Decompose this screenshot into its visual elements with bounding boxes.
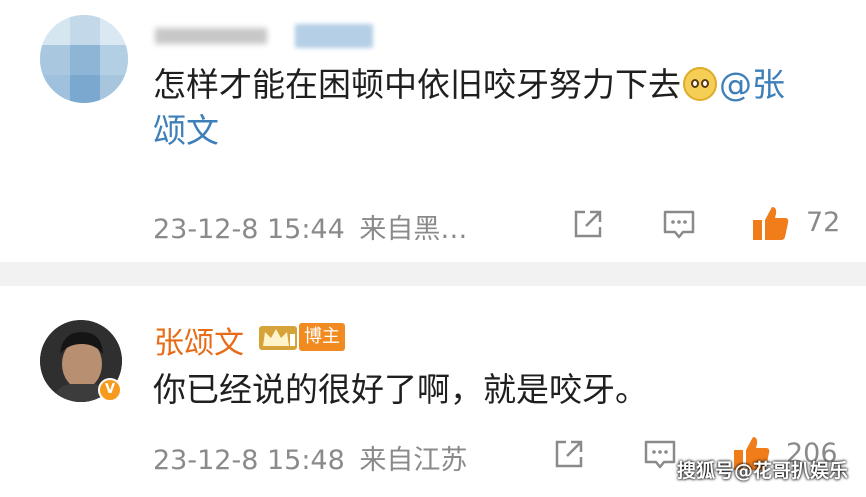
avatar-zhang-songwen[interactable]: V bbox=[40, 320, 122, 402]
commenter-username[interactable]: 张颂文 bbox=[154, 318, 244, 362]
pleading-face-icon bbox=[683, 67, 717, 101]
username-blurred[interactable] bbox=[155, 22, 375, 48]
like-thumb-icon[interactable] bbox=[751, 203, 791, 243]
verified-v-icon: V bbox=[98, 378, 122, 402]
timestamp: 23-12-8 15:44 bbox=[153, 214, 345, 245]
blogger-badge: 博主 bbox=[299, 323, 345, 351]
comment-text: 怎样才能在困顿中依旧咬牙努力下去 @张 颂文 bbox=[153, 65, 785, 150]
avatar-blurred[interactable] bbox=[40, 15, 128, 103]
comment-item-1: 怎样才能在困顿中依旧咬牙努力下去 @张 颂文 23-12-8 15:44 来自黑…… bbox=[0, 0, 866, 262]
comment-icon[interactable] bbox=[643, 439, 677, 471]
mention-link[interactable]: @张 bbox=[719, 65, 785, 104]
comment-icon[interactable] bbox=[662, 209, 696, 241]
reply-text: 你已经说的很好了啊，就是咬牙。 bbox=[153, 370, 648, 409]
like-count: 72 bbox=[806, 207, 841, 238]
source-watermark: 搜狐号@花哥扒娱乐 bbox=[676, 460, 848, 482]
comment-divider bbox=[0, 262, 866, 286]
mention-link-continued[interactable]: 颂文 bbox=[153, 111, 219, 150]
timestamp: 23-12-8 15:48 bbox=[153, 445, 345, 476]
share-icon[interactable] bbox=[552, 437, 586, 471]
comment-meta: 23-12-8 15:44 来自黑… bbox=[153, 207, 467, 246]
source-location: 来自黑… bbox=[359, 214, 468, 245]
reply-meta: 23-12-8 15:48 来自江苏 bbox=[153, 438, 467, 477]
crown-level-icon bbox=[259, 326, 297, 350]
share-icon[interactable] bbox=[571, 207, 605, 241]
source-location: 来自江苏 bbox=[359, 445, 468, 476]
